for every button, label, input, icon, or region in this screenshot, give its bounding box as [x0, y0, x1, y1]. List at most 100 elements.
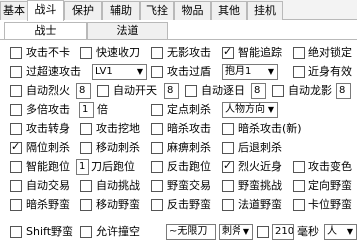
checkbox-gap-thrust[interactable]: [10, 140, 22, 154]
checkbox-paralyze-thrust[interactable]: [151, 142, 163, 154]
checkbox-mage-taoist-savage[interactable]: [222, 199, 234, 211]
input-auto-sky-split-value[interactable]: 8: [164, 83, 179, 99]
tab-protect[interactable]: 保护: [64, 1, 102, 20]
checkbox-delay[interactable]: [257, 226, 269, 238]
option-row-1: 攻击不卡 快速收刀 无影攻击 智能追踪 绝对锁定: [0, 44, 357, 62]
checkbox-fast-sheathe[interactable]: [80, 47, 92, 59]
select-overspeed-level[interactable]: LV1 ▼: [92, 64, 147, 80]
select-target-type[interactable]: 人 ▼: [324, 224, 357, 240]
subtab-mage-taoist[interactable]: 法道: [87, 22, 168, 40]
checkbox-assassin-attack-new[interactable]: [222, 123, 234, 135]
input-multi-attack-value[interactable]: 1: [79, 102, 94, 118]
chevron-down-icon: ▼: [134, 65, 146, 79]
label-close-range-valid: 近身有效: [308, 65, 352, 78]
checkbox-auto-challenge[interactable]: [80, 180, 92, 192]
checkbox-auto-sky-split[interactable]: [97, 85, 109, 97]
checkbox-absolute-lock[interactable]: [293, 47, 305, 59]
label-move-thrust: 移动刺杀: [96, 141, 140, 154]
subtab-divider: [0, 39, 357, 40]
checkbox-assassin-savage[interactable]: [10, 199, 22, 211]
input-infinite-blade[interactable]: ~无限刀: [166, 224, 216, 240]
select-overspeed-level-value: LV1: [95, 66, 113, 77]
label-absolute-lock: 绝对锁定: [308, 46, 352, 59]
checkbox-move-savage[interactable]: [80, 199, 92, 211]
checkbox-overspeed-attack[interactable]: [10, 66, 22, 78]
label-attack-color: 攻击变色: [308, 160, 352, 173]
option-row-3: 自动烈火 8 自动开天 8 自动逐日 8 自动龙影 8: [0, 82, 357, 100]
checkbox-retreat-thrust[interactable]: [222, 142, 234, 154]
checkbox-multi-attack[interactable]: [10, 104, 22, 116]
checkbox-smart-track[interactable]: [222, 45, 234, 59]
label-gap-thrust: 隔位刺杀: [26, 141, 70, 154]
checkbox-attack-no-lag[interactable]: [10, 47, 22, 59]
label-shadow-attack: 无影攻击: [167, 46, 211, 59]
select-shield-mode[interactable]: 抱月1 ▼: [222, 64, 278, 80]
label-auto-sky-split: 自动开天: [113, 84, 157, 97]
select-thrust-direction[interactable]: 人物方向 ▼: [222, 102, 278, 118]
label-assassin-attack: 暗杀攻击: [167, 122, 211, 135]
option-row-4: 多倍攻击 1 倍 定点刺杀 人物方向 ▼: [0, 101, 357, 119]
label-multi-attack: 多倍攻击: [26, 103, 70, 116]
label-attack-through-shield: 攻击过盾: [167, 65, 211, 78]
label-move-savage: 移动野蛮: [96, 198, 140, 211]
option-row-7: 智能跑位 1 刀后跑位 反击跑位 烈火近身 攻击变色: [0, 158, 357, 176]
label-auto-trade: 自动交易: [26, 179, 70, 192]
option-row-10: Shift野蛮 允许撞空 ~无限刀 刺斧 ▼ 210 毫秒 人 ▼: [0, 223, 357, 241]
checkbox-auto-sun-chase[interactable]: [185, 85, 197, 97]
input-auto-dragon-shadow-value[interactable]: 8: [336, 83, 351, 99]
input-delay-ms[interactable]: 210: [272, 224, 294, 240]
tab-assist[interactable]: 辅助: [102, 1, 140, 20]
tab-other[interactable]: 其他: [211, 1, 247, 20]
checkbox-allow-empty-hit[interactable]: [80, 226, 92, 238]
checkbox-shadow-attack[interactable]: [151, 47, 163, 59]
checkbox-attack-turn[interactable]: [10, 123, 22, 135]
checkbox-fire-close-range[interactable]: [222, 159, 234, 173]
checkbox-counter-savage[interactable]: [151, 199, 163, 211]
checkbox-auto-fire[interactable]: [10, 85, 22, 97]
checkbox-shift-savage[interactable]: [10, 226, 22, 238]
checkbox-attack-dig[interactable]: [80, 123, 92, 135]
checkbox-smart-reposition[interactable]: [10, 161, 22, 173]
tab-autoplay[interactable]: 挂机: [247, 1, 283, 20]
settings-window: 基本 战斗 保护 辅助 飞拴 物品 其他 挂机 战士 法道 攻击不卡 快速收刀 …: [0, 0, 357, 246]
checkbox-fixed-point-thrust[interactable]: [151, 104, 163, 116]
input-auto-sun-chase-value[interactable]: 8: [251, 83, 266, 99]
input-reposition-after[interactable]: 1: [76, 159, 89, 175]
chevron-down-icon: ▼: [344, 225, 356, 239]
option-row-6: 隔位刺杀 移动刺杀 麻痹刺杀 后退刺杀: [0, 139, 357, 157]
checkbox-attack-through-shield[interactable]: [151, 66, 163, 78]
label-reposition-unit: 刀后跑位: [91, 160, 135, 173]
label-counter-reposition: 反击跑位: [167, 160, 211, 173]
tab-flying[interactable]: 飞拴: [140, 1, 174, 20]
checkbox-block-savage[interactable]: [293, 199, 305, 211]
select-weapon-type[interactable]: 刺斧 ▼: [219, 224, 253, 240]
select-weapon-type-value: 刺斧: [222, 226, 242, 237]
label-allow-empty-hit: 允许撞空: [96, 225, 140, 238]
label-paralyze-thrust: 麻痹刺杀: [167, 141, 211, 154]
tab-items[interactable]: 物品: [174, 1, 211, 20]
checkbox-auto-trade[interactable]: [10, 180, 22, 192]
tab-basic[interactable]: 基本: [0, 1, 28, 20]
subtab-warrior[interactable]: 战士: [4, 22, 87, 40]
label-shift-savage: Shift野蛮: [26, 225, 74, 238]
checkbox-savage-challenge[interactable]: [222, 180, 234, 192]
checkbox-counter-reposition[interactable]: [151, 161, 163, 173]
label-directed-savage: 定向野蛮: [308, 179, 352, 192]
checkbox-savage-trade[interactable]: [151, 180, 163, 192]
tab-combat[interactable]: 战斗: [27, 0, 64, 21]
input-auto-fire-value[interactable]: 8: [76, 83, 91, 99]
option-row-8: 自动交易 自动挑战 野蛮交易 野蛮挑战 定向野蛮: [0, 177, 357, 195]
checkbox-assassin-attack[interactable]: [151, 123, 163, 135]
label-attack-dig: 攻击挖地: [96, 122, 140, 135]
checkbox-directed-savage[interactable]: [293, 180, 305, 192]
checkbox-attack-color[interactable]: [293, 161, 305, 173]
label-auto-sun-chase: 自动逐日: [201, 84, 245, 97]
label-assassin-attack-new: 暗杀攻击(新): [238, 122, 302, 135]
checkbox-close-range-valid[interactable]: [293, 66, 305, 78]
label-assassin-savage: 暗杀野蛮: [26, 198, 70, 211]
checkbox-auto-dragon-shadow[interactable]: [272, 85, 284, 97]
label-fast-sheathe: 快速收刀: [96, 46, 140, 59]
option-row-2: 过超速攻击 LV1 ▼ 攻击过盾 抱月1 ▼ 近身有效: [0, 63, 357, 81]
label-savage-trade: 野蛮交易: [167, 179, 211, 192]
checkbox-move-thrust[interactable]: [80, 142, 92, 154]
